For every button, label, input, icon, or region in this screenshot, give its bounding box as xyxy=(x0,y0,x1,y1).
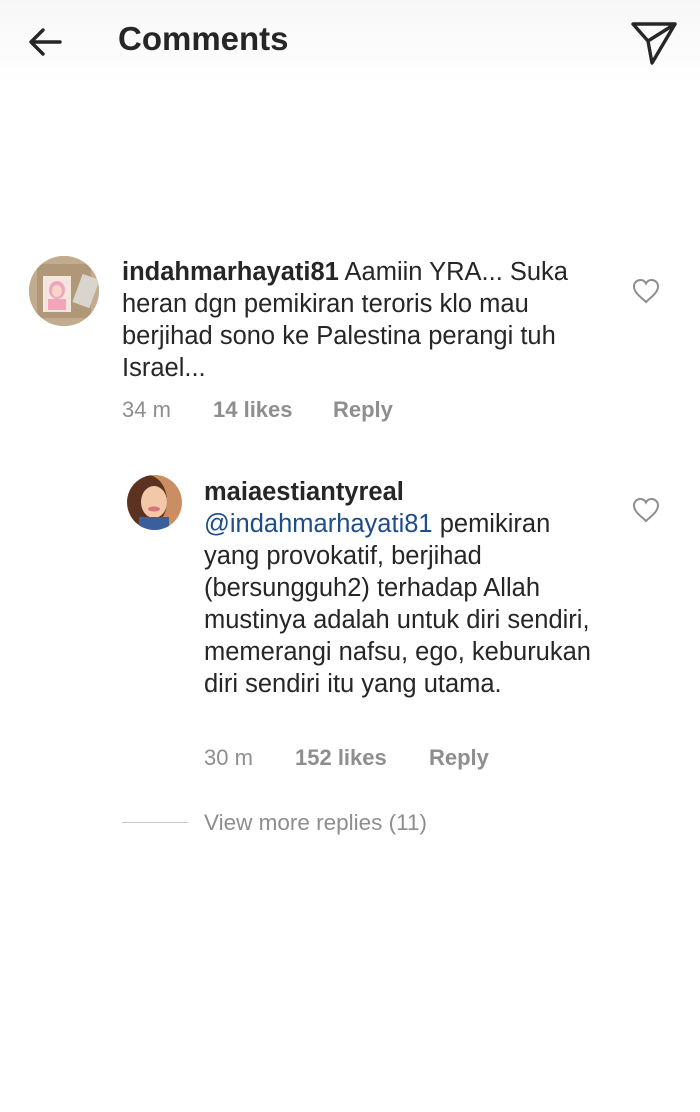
back-arrow-icon[interactable] xyxy=(24,20,68,64)
avatar[interactable] xyxy=(127,475,182,530)
likes-count[interactable]: 14 likes xyxy=(213,397,293,423)
like-heart-icon[interactable] xyxy=(631,495,661,525)
view-more-replies-button[interactable]: View more replies (11) xyxy=(204,810,427,836)
avatar[interactable] xyxy=(29,256,99,326)
page-title: Comments xyxy=(118,20,289,57)
comment-meta: 30 m 152 likes Reply xyxy=(204,745,604,775)
comment-time: 30 m xyxy=(204,745,253,770)
send-direct-icon[interactable] xyxy=(628,16,680,68)
comment-body: indahmarhayati81 Aamiin YRA... Suka hera… xyxy=(122,256,602,384)
comment-username[interactable]: maiaestiantyreal xyxy=(204,476,604,508)
comment-username[interactable]: indahmarhayati81 xyxy=(122,258,339,286)
reply-button[interactable]: Reply xyxy=(333,397,393,423)
reply-button[interactable]: Reply xyxy=(429,745,489,771)
avatar-photo xyxy=(29,256,99,326)
comment-time: 34 m xyxy=(122,397,171,422)
comment-body: maiaestiantyreal @indahmarhayati81 pemik… xyxy=(204,476,604,700)
like-heart-icon[interactable] xyxy=(631,276,661,306)
mention-link[interactable]: @indahmarhayati81 xyxy=(204,510,433,538)
comment-meta: 34 m 14 likes Reply xyxy=(122,397,522,427)
avatar-photo xyxy=(127,475,182,530)
comment-text: pemikiran yang provokatif, berjihad (ber… xyxy=(204,510,591,698)
replies-divider xyxy=(122,822,188,823)
top-bar: Comments xyxy=(0,0,700,84)
likes-count[interactable]: 152 likes xyxy=(295,745,387,771)
